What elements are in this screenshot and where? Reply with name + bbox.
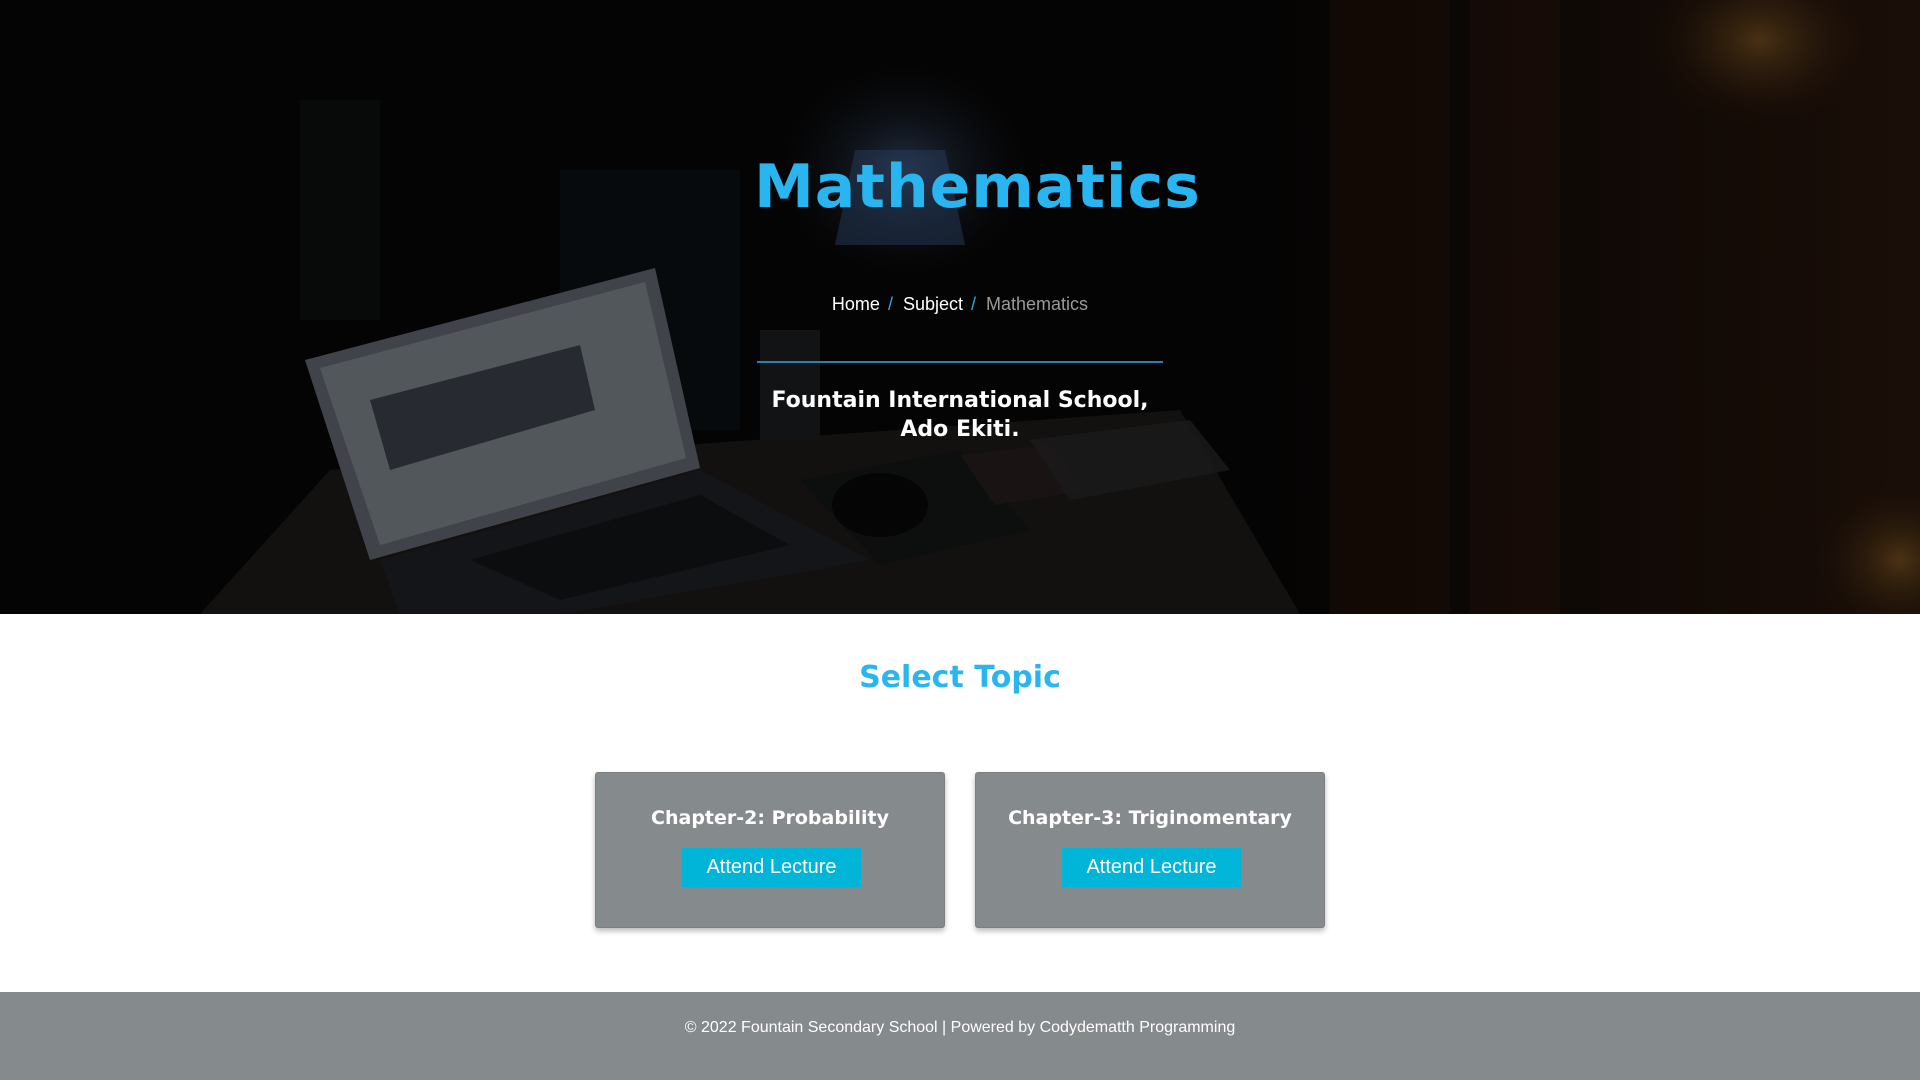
page-title: Mathematics [754, 152, 1201, 222]
breadcrumb: Home / Subject / Mathematics [0, 294, 1920, 315]
school-name-line-1: Fountain International School, [771, 388, 1149, 413]
attend-lecture-button[interactable]: Attend Lecture [1062, 848, 1241, 887]
footer-copyright: © 2022 Fountain Secondary School | Power… [684, 1019, 1236, 1036]
hero-divider [757, 361, 1163, 363]
topic-card-title: Chapter-3: Triginomentary [1008, 807, 1292, 829]
hero-content: Mathematics Home / Subject / Mathematics… [0, 0, 1920, 614]
attend-lecture-button[interactable]: Attend Lecture [682, 848, 861, 887]
breadcrumb-separator: / [887, 294, 893, 314]
topic-card-probability: Chapter-2: Probability Attend Lecture [595, 772, 945, 928]
topics-section: Select Topic Chapter-2: Probability Atte… [0, 614, 1920, 992]
school-name-line-2: Ado Ekiti. [900, 417, 1020, 442]
breadcrumb-separator: / [971, 294, 977, 314]
topic-card-title: Chapter-2: Probability [651, 807, 889, 829]
select-topic-heading: Select Topic [859, 660, 1061, 695]
school-name: Fountain International School, Ado Ekiti… [0, 386, 1920, 444]
footer: © 2022 Fountain Secondary School | Power… [0, 992, 1920, 1080]
breadcrumb-subject-link[interactable]: Subject [903, 294, 963, 315]
hero-banner: Mathematics Home / Subject / Mathematics… [0, 0, 1920, 614]
topic-card-trigonometry: Chapter-3: Triginomentary Attend Lecture [975, 772, 1325, 928]
breadcrumb-home-link[interactable]: Home [832, 294, 880, 315]
breadcrumb-current: Mathematics [986, 294, 1089, 314]
